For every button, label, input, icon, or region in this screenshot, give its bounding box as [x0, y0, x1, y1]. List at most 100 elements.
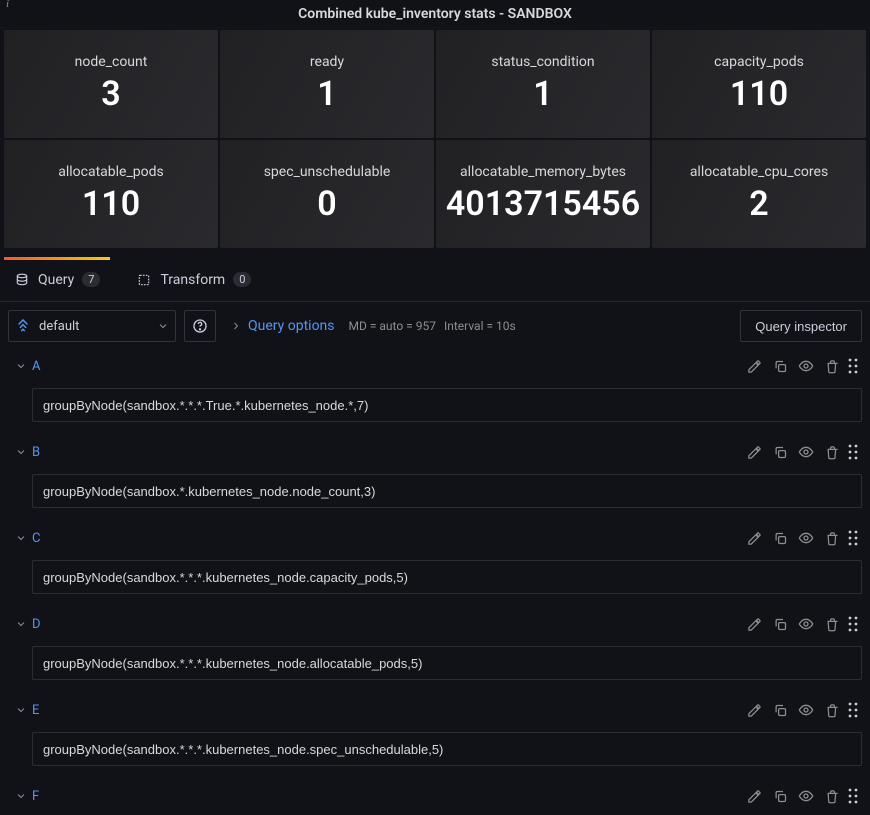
toggle-visibility-icon[interactable]	[796, 700, 816, 720]
delete-icon[interactable]	[822, 442, 842, 462]
query-body	[32, 388, 862, 422]
info-icon[interactable]: i	[6, 0, 20, 10]
chevron-right-icon	[230, 320, 242, 332]
stat-cell-allocatable-cpu: allocatable_cpu_cores 2	[652, 140, 866, 248]
query-options-button[interactable]: Query options	[224, 310, 341, 342]
edit-icon[interactable]	[744, 442, 764, 462]
stat-grid: node_count 3 ready 1 status_condition 1 …	[0, 30, 870, 252]
collapse-toggle[interactable]	[12, 532, 30, 544]
collapse-toggle[interactable]	[12, 360, 30, 372]
query-options-md: MD = auto = 957	[349, 319, 436, 333]
tab-transform-label: Transform	[160, 272, 225, 288]
drag-handle-icon[interactable]	[848, 530, 858, 546]
stat-value: 110	[82, 184, 140, 224]
duplicate-icon[interactable]	[770, 356, 790, 376]
duplicate-icon[interactable]	[770, 614, 790, 634]
toggle-visibility-icon[interactable]	[796, 614, 816, 634]
query-toolbar: default Query options MD = auto = 957 In…	[0, 302, 870, 350]
edit-icon[interactable]	[744, 786, 764, 806]
query-row-header[interactable]: C	[8, 522, 862, 554]
query-row: D	[8, 608, 862, 680]
collapse-toggle[interactable]	[12, 704, 30, 716]
panel-title-bar: i Combined kube_inventory stats - SANDBO…	[0, 0, 870, 28]
stat-cell-ready: ready 1	[220, 30, 434, 138]
delete-icon[interactable]	[822, 786, 842, 806]
query-row: F	[8, 780, 862, 815]
stat-value: 3	[101, 74, 120, 114]
stat-value: 110	[730, 74, 788, 114]
editor-tabs: Query 7 Transform 0	[0, 258, 870, 302]
question-circle-icon	[192, 318, 208, 334]
query-body	[32, 560, 862, 594]
drag-handle-icon[interactable]	[848, 702, 858, 718]
stat-cell-capacity-pods: capacity_pods 110	[652, 30, 866, 138]
transform-icon	[136, 272, 152, 288]
stat-label: spec_unschedulable	[264, 164, 391, 180]
delete-icon[interactable]	[822, 700, 842, 720]
drag-handle-icon[interactable]	[848, 358, 858, 374]
duplicate-icon[interactable]	[770, 786, 790, 806]
query-row-header[interactable]: B	[8, 436, 862, 468]
stat-cell-allocatable-pods: allocatable_pods 110	[4, 140, 218, 248]
query-body	[32, 646, 862, 680]
query-text-input[interactable]	[32, 474, 862, 508]
query-text-input[interactable]	[32, 646, 862, 680]
duplicate-icon[interactable]	[770, 700, 790, 720]
stat-value: 2	[749, 184, 768, 224]
database-icon	[14, 272, 30, 288]
stat-cell-allocatable-memory: allocatable_memory_bytes 4013715456	[436, 140, 650, 248]
query-row-actions	[744, 528, 858, 548]
query-row-header[interactable]: F	[8, 780, 862, 812]
drag-handle-icon[interactable]	[848, 616, 858, 632]
query-options-label: Query options	[248, 318, 335, 334]
query-row-header[interactable]: A	[8, 350, 862, 382]
stat-label: ready	[310, 54, 344, 70]
toggle-visibility-icon[interactable]	[796, 528, 816, 548]
query-text-input[interactable]	[32, 732, 862, 766]
collapse-toggle[interactable]	[12, 446, 30, 458]
datasource-name: default	[39, 319, 149, 334]
stat-label: capacity_pods	[714, 54, 804, 70]
tab-query[interactable]: Query 7	[8, 258, 106, 301]
drag-handle-icon[interactable]	[848, 444, 858, 460]
tab-query-label: Query	[38, 272, 74, 288]
collapse-toggle[interactable]	[12, 618, 30, 630]
stat-label: status_condition	[491, 54, 594, 70]
queries-list: A	[0, 350, 870, 815]
duplicate-icon[interactable]	[770, 442, 790, 462]
query-text-input[interactable]	[32, 560, 862, 594]
toggle-visibility-icon[interactable]	[796, 786, 816, 806]
graphite-logo-icon	[15, 318, 31, 334]
duplicate-icon[interactable]	[770, 528, 790, 548]
datasource-help-button[interactable]	[184, 310, 216, 342]
query-row-header[interactable]: D	[8, 608, 862, 640]
edit-icon[interactable]	[744, 700, 764, 720]
edit-icon[interactable]	[744, 528, 764, 548]
drag-handle-icon[interactable]	[848, 788, 858, 804]
query-options-interval: Interval = 10s	[444, 319, 516, 333]
delete-icon[interactable]	[822, 614, 842, 634]
edit-icon[interactable]	[744, 614, 764, 634]
panel-title[interactable]: Combined kube_inventory stats - SANDBOX	[298, 6, 572, 22]
collapse-toggle[interactable]	[12, 790, 30, 802]
delete-icon[interactable]	[822, 356, 842, 376]
query-row: E	[8, 694, 862, 766]
query-ref-id: A	[32, 359, 40, 374]
stat-label: allocatable_pods	[58, 164, 164, 180]
toggle-visibility-icon[interactable]	[796, 356, 816, 376]
stat-cell-node-count: node_count 3	[4, 30, 218, 138]
query-text-input[interactable]	[32, 388, 862, 422]
stat-label: node_count	[75, 54, 148, 70]
datasource-picker[interactable]: default	[8, 310, 176, 342]
query-row-header[interactable]: E	[8, 694, 862, 726]
stat-label: allocatable_cpu_cores	[690, 164, 828, 180]
toggle-visibility-icon[interactable]	[796, 442, 816, 462]
query-ref-id: F	[32, 789, 39, 804]
tab-transform[interactable]: Transform 0	[130, 258, 257, 301]
delete-icon[interactable]	[822, 528, 842, 548]
tab-query-count: 7	[82, 272, 100, 287]
query-inspector-button[interactable]: Query inspector	[740, 310, 862, 342]
chevron-down-icon	[157, 320, 169, 332]
edit-icon[interactable]	[744, 356, 764, 376]
query-body	[32, 732, 862, 766]
